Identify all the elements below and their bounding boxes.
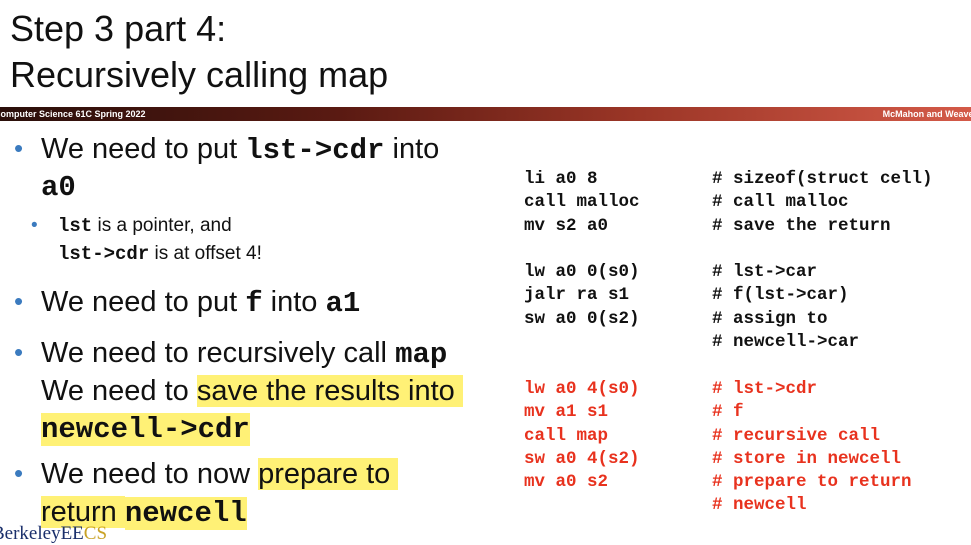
bullet-3-code2: newcell->cdr: [41, 413, 250, 446]
bullet-1-code: lst->cdr: [245, 134, 385, 167]
bullet-4-highlight: prepare to: [258, 458, 399, 490]
bullet-3: We need to recursively call map: [41, 334, 447, 374]
bullet-dot-2: •: [14, 286, 24, 316]
bullet-3-highlight: save the results into: [196, 375, 463, 407]
logo-berkeley: Berkeley: [0, 523, 61, 544]
slide-title: Step 3 part 4: Recursively calling map: [10, 6, 388, 98]
bullet-1-line2: a0: [41, 167, 76, 207]
bullet-4: We need to now prepare to: [41, 455, 399, 493]
bullet-dot-4: •: [14, 458, 24, 488]
sub-bullet-1: lst is a pointer, and: [58, 212, 232, 240]
bullet-3-line2-text: We need to: [41, 375, 197, 407]
code-comments-1: # sizeof(struct cell) # call malloc # sa…: [712, 169, 933, 236]
bullet-2: We need to put f into a1: [41, 283, 360, 323]
bullet-1-code2: a0: [41, 171, 76, 204]
course-label: Computer Science 61C Spring 2022: [0, 109, 146, 119]
bullet-3-text: We need to recursively call: [41, 337, 396, 369]
bullet-3-code: map: [395, 338, 448, 371]
code-block-3: lw a0 4(s0) mv a1 s1 call map sw a0 4(s2…: [524, 379, 640, 493]
bullet-4-text: We need to now: [41, 458, 259, 490]
code-comments-2: # lst->car # f(lst->car) # assign to # n…: [712, 262, 860, 352]
authors-label: McMahon and Weaver: [882, 109, 971, 119]
sub-bullet-2-code: lst->cdr: [58, 243, 150, 265]
bullet-dot-1: •: [14, 133, 24, 163]
bullet-dot-3: •: [14, 337, 24, 367]
bullet-1-text2: into: [384, 133, 440, 165]
bullet-2-text: We need to put: [41, 286, 246, 318]
code-block-1: li a0 8 call malloc mv s2 a0: [524, 169, 640, 236]
bullet-2-code: f: [245, 287, 263, 320]
sub-bullet-dot: •: [31, 215, 38, 236]
title-line-2: Recursively calling map: [10, 54, 389, 95]
code-comments-3: # lst->cdr # f # recursive call # store …: [712, 379, 912, 516]
sub-bullet-2: lst->cdr is at offset 4!: [58, 240, 262, 268]
bullet-1: We need to put lst->cdr into: [41, 130, 439, 170]
code-block-2: lw a0 0(s0) jalr ra s1 sw a0 0(s2): [524, 262, 640, 329]
bullet-3-line2: We need to save the results into: [41, 372, 463, 410]
sub-bullet-1-text: is a pointer, and: [92, 215, 232, 236]
bullet-2-code2: a1: [325, 287, 361, 320]
sub-bullet-2-text: is at offset 4!: [149, 243, 262, 264]
berkeley-eecs-logo: BerkeleyEECS: [0, 523, 107, 545]
logo-cs: CS: [83, 523, 108, 544]
header-band: Computer Science 61C Spring 2022 McMahon…: [0, 107, 971, 121]
bullet-1-text: We need to put: [41, 133, 246, 165]
bullet-3-line3: newcell->cdr: [41, 409, 250, 449]
logo-ee: EE: [60, 523, 84, 544]
title-line-1: Step 3 part 4:: [10, 8, 227, 49]
bullet-4-code: newcell: [124, 497, 247, 530]
sub-bullet-1-code: lst: [58, 215, 93, 237]
bullet-2-text2: into: [262, 286, 326, 318]
